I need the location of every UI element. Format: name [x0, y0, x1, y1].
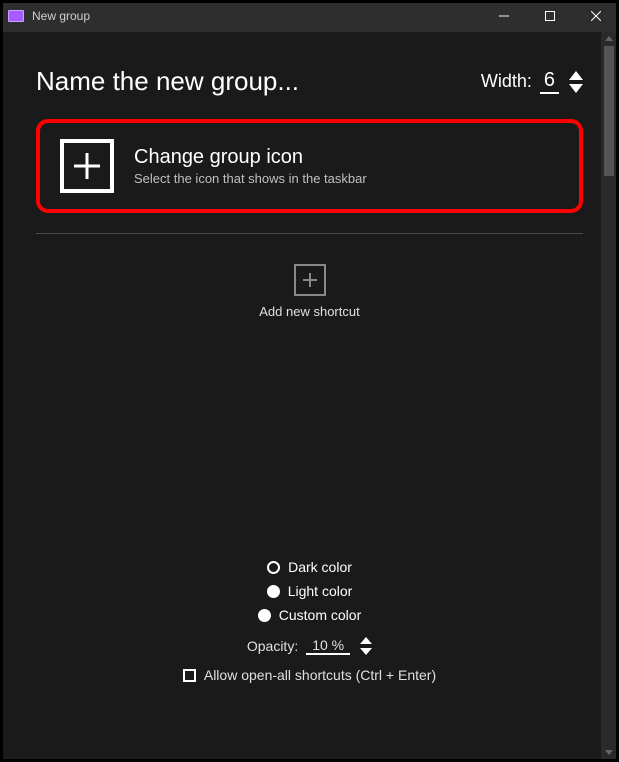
opacity-decrease-button[interactable]: [360, 648, 372, 655]
opacity-label: Opacity:: [247, 638, 298, 654]
dark-color-radio[interactable]: Dark color: [267, 559, 352, 575]
app-icon: [8, 10, 24, 22]
opacity-spinner: [360, 637, 372, 655]
plus-icon: [302, 272, 318, 288]
width-decrease-button[interactable]: [569, 84, 583, 93]
titlebar: New group: [0, 0, 619, 32]
width-value[interactable]: 6: [540, 69, 559, 94]
change-icon-title: Change group icon: [134, 146, 367, 169]
light-color-label: Light color: [288, 583, 353, 599]
custom-color-label: Custom color: [279, 607, 361, 623]
group-name-input[interactable]: [36, 66, 356, 97]
change-icon-subtitle: Select the icon that shows in the taskba…: [134, 171, 367, 186]
opacity-value[interactable]: 10 %: [306, 637, 350, 655]
change-icon-text: Change group icon Select the icon that s…: [134, 146, 367, 186]
allow-open-all-label: Allow open-all shortcuts (Ctrl + Enter): [204, 667, 436, 683]
maximize-button[interactable]: [527, 0, 573, 32]
light-color-radio[interactable]: Light color: [267, 583, 353, 599]
content-area: Width: 6 Change group icon Select the ic…: [0, 32, 619, 762]
plus-icon: [72, 151, 102, 181]
add-shortcut-icon-box: [294, 264, 326, 296]
opacity-increase-button[interactable]: [360, 637, 372, 644]
close-button[interactable]: [573, 0, 619, 32]
allow-open-all-checkbox[interactable]: Allow open-all shortcuts (Ctrl + Enter): [36, 667, 583, 683]
custom-color-radio[interactable]: Custom color: [258, 607, 361, 623]
scroll-up-icon[interactable]: [605, 36, 613, 41]
width-spinner: [569, 71, 583, 93]
radio-icon: [267, 561, 280, 574]
dark-color-label: Dark color: [288, 559, 352, 575]
scroll-down-icon[interactable]: [605, 750, 613, 755]
width-increase-button[interactable]: [569, 71, 583, 80]
radio-icon: [258, 609, 271, 622]
scrollbar-thumb[interactable]: [604, 46, 614, 176]
radio-icon: [267, 585, 280, 598]
checkbox-icon: [183, 669, 196, 682]
window-title: New group: [32, 9, 481, 23]
color-options: Dark color Light color Custom color: [36, 559, 583, 623]
add-shortcut-label: Add new shortcut: [259, 304, 359, 319]
opacity-control: Opacity: 10 %: [36, 637, 583, 655]
header-row: Width: 6: [36, 52, 583, 97]
minimize-button[interactable]: [481, 0, 527, 32]
change-icon-card[interactable]: Change group icon Select the icon that s…: [36, 119, 583, 213]
width-control: Width: 6: [481, 69, 583, 94]
vertical-scrollbar[interactable]: [601, 32, 616, 759]
width-label: Width:: [481, 71, 532, 92]
divider: [36, 233, 583, 234]
add-shortcut-button[interactable]: Add new shortcut: [36, 264, 583, 319]
window-controls: [481, 0, 619, 32]
group-icon-preview: [60, 139, 114, 193]
